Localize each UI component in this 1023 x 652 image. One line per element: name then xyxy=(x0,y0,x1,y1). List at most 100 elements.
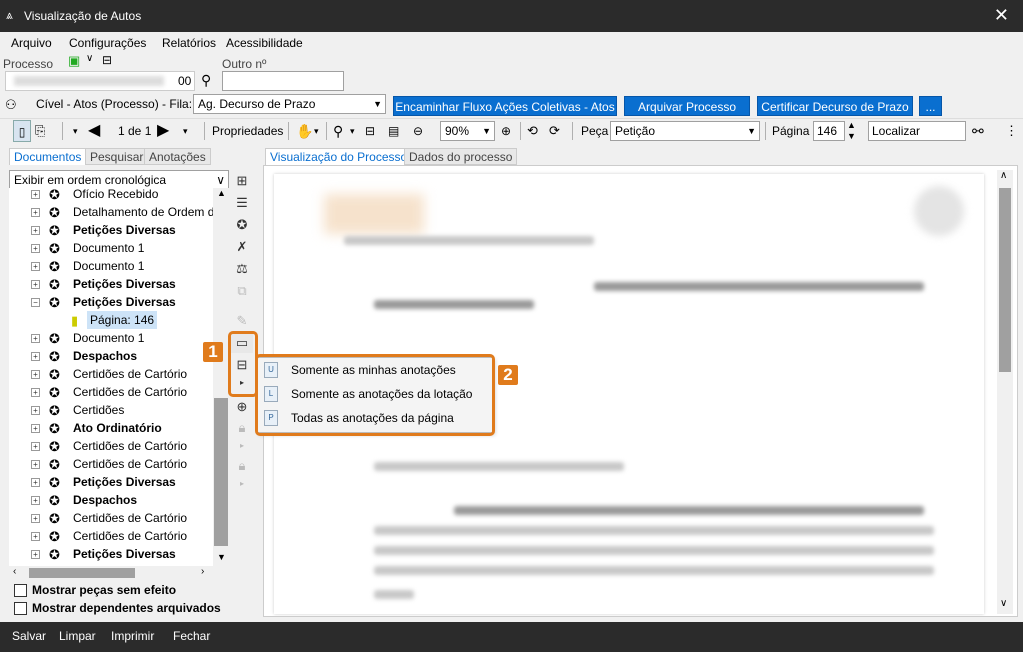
expand-icon[interactable]: + xyxy=(31,208,40,217)
expand-icon[interactable]: + xyxy=(31,550,40,559)
pagina-input[interactable] xyxy=(813,121,845,141)
rotate-right-icon[interactable]: ⟳ xyxy=(549,120,560,142)
next-page-icon[interactable]: ▶ xyxy=(157,120,169,142)
arquivar-button[interactable]: Arquivar Processo xyxy=(624,96,750,116)
tree-vscrollbar[interactable]: ▲ ▼ xyxy=(213,188,229,566)
scroll-up-icon[interactable]: ▲ xyxy=(217,188,226,198)
expand-icon[interactable]: + xyxy=(31,352,40,361)
outro-input[interactable] xyxy=(222,71,344,91)
pin-icon[interactable]: ⊟ xyxy=(102,53,112,67)
viewer-vscroll-thumb[interactable] xyxy=(999,188,1011,372)
expand-icon[interactable]: + xyxy=(31,532,40,541)
zoom-out-icon[interactable]: ⊖ xyxy=(413,120,423,142)
menu-relatorios[interactable]: Relatórios xyxy=(162,36,216,50)
expand-icon[interactable]: + xyxy=(31,262,40,271)
scroll-left-icon[interactable]: ‹ xyxy=(13,566,16,577)
scroll-right-icon[interactable]: › xyxy=(201,566,204,577)
certificate-icon: ✪ xyxy=(49,511,60,526)
tree-expand-icon[interactable]: ⊞ xyxy=(231,171,253,191)
fit-page-icon[interactable]: ▤ xyxy=(388,120,399,142)
tree-hscrollbar[interactable]: ‹ › xyxy=(9,566,213,580)
expand-icon[interactable]: + xyxy=(31,226,40,235)
expand-icon[interactable]: + xyxy=(31,406,40,415)
tree-hscroll-thumb[interactable] xyxy=(29,568,135,578)
tab-anotacoes[interactable]: Anotações xyxy=(144,148,211,165)
certificate-icon: ✪ xyxy=(49,493,60,508)
menu-arquivo[interactable]: Arquivo xyxy=(11,36,52,50)
expand-icon[interactable]: + xyxy=(31,244,40,253)
certificate-icon[interactable]: ✪ xyxy=(231,215,253,235)
hand-tool-icon[interactable]: ✋ xyxy=(296,120,313,142)
zoom-search-icon[interactable]: ⚲ xyxy=(333,120,343,142)
fit-width-icon[interactable]: ⊟ xyxy=(365,120,375,142)
tab-visualizacao[interactable]: Visualização do Processo xyxy=(265,148,413,165)
viewer-vscrollbar[interactable]: ∧ ∨ xyxy=(997,170,1013,614)
rotate-left-icon[interactable]: ⟲ xyxy=(527,120,538,142)
stepper-icon[interactable]: ▲ ▼ xyxy=(847,120,856,142)
chevron-down-icon[interactable]: ∨ xyxy=(86,53,93,64)
expand-icon[interactable]: + xyxy=(31,388,40,397)
salvar-button[interactable]: Salvar xyxy=(12,629,46,643)
tree-item-label: Certidões de Cartório xyxy=(73,367,188,381)
menu-configuracoes[interactable]: Configurações xyxy=(69,36,146,50)
expand-icon[interactable]: + xyxy=(31,496,40,505)
scroll-down-icon[interactable]: ▼ xyxy=(217,552,226,562)
limpar-button[interactable]: Limpar xyxy=(59,629,96,643)
dropdown-icon[interactable]: ▾ xyxy=(314,120,319,142)
zoom-in-icon[interactable]: ⊕ xyxy=(501,120,511,142)
zoom-select[interactable]: 90% ▼ xyxy=(440,121,495,141)
page-view-icon[interactable]: ▯ xyxy=(13,120,31,142)
dropdown-icon[interactable]: ▾ xyxy=(183,120,188,142)
new-doc-icon[interactable]: ▣ xyxy=(68,53,80,69)
fechar-button[interactable]: Fechar xyxy=(173,629,210,643)
tab-documentos[interactable]: Documentos xyxy=(9,148,87,165)
expand-icon[interactable]: + xyxy=(31,478,40,487)
localizar-input[interactable] xyxy=(868,121,966,141)
menu-acessibilidade[interactable]: Acessibilidade xyxy=(226,36,303,50)
close-icon[interactable]: ✕ xyxy=(994,5,1009,26)
expand-icon[interactable]: + xyxy=(31,460,40,469)
checkbox-pecas-sem-efeito[interactable] xyxy=(14,584,27,597)
expand-icon[interactable]: + xyxy=(31,370,40,379)
expand-icon[interactable]: + xyxy=(31,190,40,199)
submenu-arrow-icon: ▸ xyxy=(239,479,244,488)
tree-vscroll-thumb[interactable] xyxy=(214,398,228,546)
add-icon[interactable]: ⊕ xyxy=(231,397,253,417)
outro-label: Outro nº xyxy=(222,57,267,71)
tree-item-label: Certidões de Cartório xyxy=(73,385,188,399)
tab-dados-processo[interactable]: Dados do processo xyxy=(404,148,518,165)
tab-pesquisar[interactable]: Pesquisar xyxy=(85,148,149,165)
gavel-icon[interactable]: ⚖ xyxy=(231,259,253,279)
fila-select[interactable]: Ag. Decurso de Prazo ▼ xyxy=(193,94,386,114)
processo-input[interactable]: 00 xyxy=(5,71,195,91)
dropdown-icon[interactable]: ▾ xyxy=(350,120,355,142)
binoculars-icon[interactable]: ⚯ xyxy=(972,120,984,142)
encaminhar-button[interactable]: Encaminhar Fluxo Ações Coletivas - Atos xyxy=(393,96,617,116)
more-icon[interactable]: ⋮ xyxy=(1005,120,1018,142)
properties-button[interactable]: Propriedades xyxy=(212,120,283,142)
remove-doc-icon[interactable]: ✗ xyxy=(231,237,253,257)
document-icon[interactable]: ⎘ xyxy=(35,120,45,142)
prev-page-icon[interactable]: ◀ xyxy=(88,120,100,142)
more-actions-button[interactable]: ... xyxy=(919,96,942,116)
dropdown-icon[interactable]: ▾ xyxy=(73,120,78,142)
scroll-up-icon[interactable]: ∧ xyxy=(1000,170,1007,181)
peca-select[interactable]: Petição ▼ xyxy=(610,121,760,141)
bottom-bar: Salvar Limpar Imprimir Fechar xyxy=(0,622,1023,652)
certificar-button[interactable]: Certificar Decurso de Prazo xyxy=(757,96,913,116)
scroll-down-icon[interactable]: ∨ xyxy=(1000,598,1007,609)
imprimir-button[interactable]: Imprimir xyxy=(111,629,154,643)
expand-icon[interactable]: + xyxy=(31,280,40,289)
expand-icon[interactable]: + xyxy=(31,442,40,451)
expand-icon[interactable]: + xyxy=(31,514,40,523)
order-select[interactable]: Exibir em ordem cronológica ∨ xyxy=(9,170,229,190)
list-icon[interactable]: ☰ xyxy=(231,193,253,213)
processo-value: 00 xyxy=(178,74,192,88)
search-icon[interactable]: ⚲ xyxy=(201,72,211,89)
checkbox-dependentes-arquivados[interactable] xyxy=(14,602,27,615)
tree-item-label: Petições Diversas xyxy=(73,277,176,291)
expand-icon[interactable]: + xyxy=(31,424,40,433)
copy-icon: ⧉ xyxy=(237,283,247,298)
expand-icon[interactable]: − xyxy=(31,298,40,307)
expand-icon[interactable]: + xyxy=(31,334,40,343)
